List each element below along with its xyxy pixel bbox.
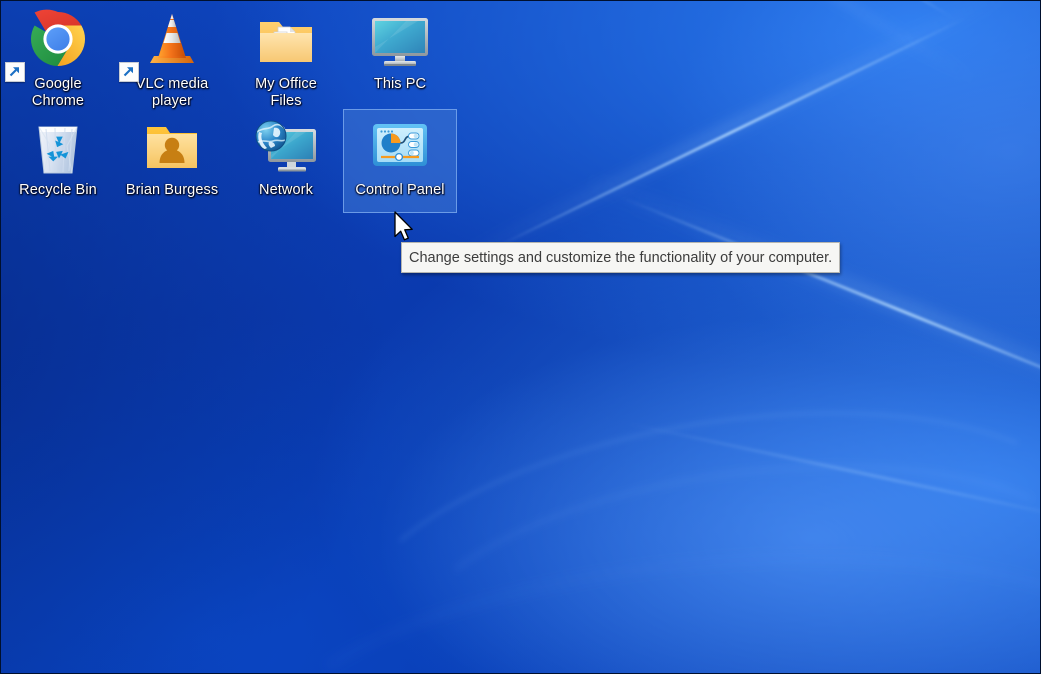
recycle-bin-icon xyxy=(26,115,90,179)
light-ray-1 xyxy=(470,0,952,18)
desktop-icon-brian-burgess[interactable]: Brian Burgess xyxy=(115,109,229,213)
desktop-icon-recycle-bin[interactable]: Recycle Bin xyxy=(1,109,115,213)
light-ray-halo-3 xyxy=(582,172,1041,428)
desktop-icon-label: Control Panel xyxy=(344,182,456,199)
desktop-icon-vlc-media-player[interactable]: VLC media player xyxy=(115,3,229,107)
tooltip: Change settings and customize the functi… xyxy=(401,242,840,273)
folder-documents-icon xyxy=(254,9,318,73)
tooltip-text: Change settings and customize the functi… xyxy=(409,250,832,266)
wallpaper-swirl-1 xyxy=(320,363,1041,674)
light-ray-3 xyxy=(621,196,1041,409)
desktop-icon-this-pc[interactable]: This PC xyxy=(343,3,457,107)
wallpaper-swirl-3 xyxy=(249,522,1041,674)
desktop-icon-label: Recycle Bin xyxy=(2,182,114,199)
control-panel-icon xyxy=(368,115,432,179)
desktop-icon-my-office-files[interactable]: My Office Files xyxy=(229,3,343,107)
desktop-icon-grid: Google Chrome xyxy=(1,3,461,213)
shortcut-arrow-icon xyxy=(5,62,25,82)
folder-user-icon xyxy=(140,115,204,179)
desktop-icon-label: Brian Burgess xyxy=(116,182,228,199)
google-chrome-icon xyxy=(26,9,90,73)
light-ray-4 xyxy=(626,422,1041,522)
light-ray-halo-2 xyxy=(450,0,1013,268)
network-globe-monitor-icon xyxy=(254,115,318,179)
desktop[interactable]: Google Chrome xyxy=(0,0,1041,674)
desktop-icon-google-chrome[interactable]: Google Chrome xyxy=(1,3,115,107)
light-ray-2 xyxy=(497,17,966,248)
desktop-icon-label: My Office Files xyxy=(230,76,342,110)
light-ray-halo-1 xyxy=(424,0,978,85)
shortcut-arrow-icon xyxy=(119,62,139,82)
vlc-cone-icon xyxy=(140,9,204,73)
desktop-icon-row-2: Recycle Bin xyxy=(1,109,461,213)
desktop-icon-network[interactable]: Network xyxy=(229,109,343,213)
desktop-icon-control-panel[interactable]: Control Panel xyxy=(343,109,457,213)
desktop-icon-label: Network xyxy=(230,182,342,199)
wallpaper-swirl-2 xyxy=(386,429,1041,674)
desktop-icon-label: This PC xyxy=(344,76,456,93)
desktop-icon-row-1: Google Chrome xyxy=(1,3,461,107)
mouse-cursor-arrow-icon xyxy=(393,211,417,245)
monitor-icon xyxy=(368,9,432,73)
